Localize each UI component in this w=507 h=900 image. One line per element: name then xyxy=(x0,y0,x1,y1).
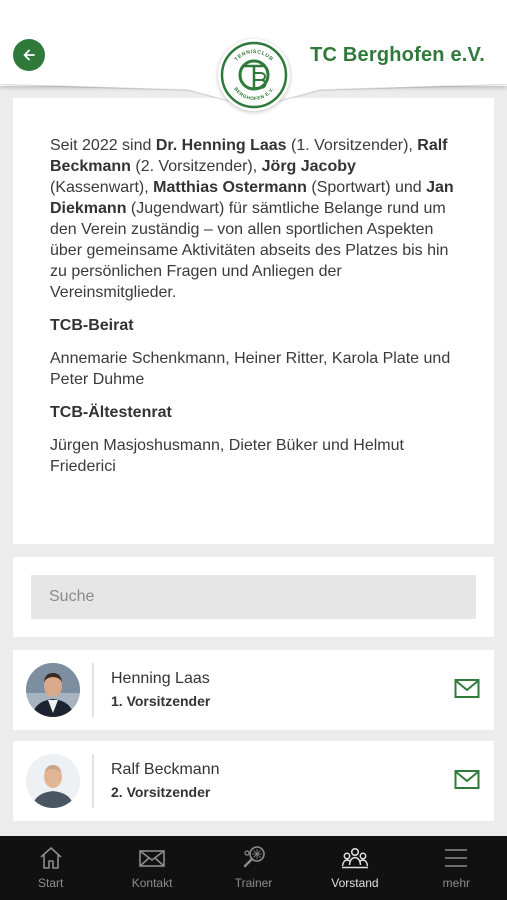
club-title: TC Berghofen e.V. xyxy=(310,44,485,66)
search-card xyxy=(13,557,494,637)
tab-trainer[interactable]: Trainer xyxy=(203,836,304,900)
home-icon xyxy=(40,847,62,869)
member-card-ralf-beckmann[interactable]: Ralf Beckmann 2. Vorsitzender xyxy=(13,741,494,821)
club-logo-emblem: TENNISCLUB BERGHOFEN E.V. xyxy=(220,41,288,109)
group-icon xyxy=(341,847,369,869)
avatar xyxy=(26,663,80,717)
arrow-left-icon xyxy=(23,49,35,61)
tab-label: mehr xyxy=(442,876,470,890)
tab-label: Vorstand xyxy=(331,876,379,890)
member-card-henning-laas[interactable]: Henning Laas 1. Vorsitzender xyxy=(13,650,494,730)
mail-icon[interactable] xyxy=(454,678,480,700)
tab-label: Trainer xyxy=(234,876,273,890)
search-input[interactable] xyxy=(31,575,476,619)
tab-kontakt[interactable]: Kontakt xyxy=(101,836,202,900)
name-matthias-ostermann: Matthias Ostermann xyxy=(153,179,307,196)
bottom-tab-bar: Start Kontakt Trainer Vorstand mehr xyxy=(0,836,507,900)
club-logo[interactable]: TENNISCLUB BERGHOFEN E.V. xyxy=(218,39,290,111)
tab-mehr[interactable]: mehr xyxy=(406,836,507,900)
tab-start[interactable]: Start xyxy=(0,836,101,900)
beirat-text: Annemarie Schenkmann, Heiner Ritter, Kar… xyxy=(50,350,451,388)
aeltestenrat-text: Jürgen Masjoshusmann, Dieter Büker und H… xyxy=(50,437,404,475)
member-name: Henning Laas xyxy=(111,670,210,687)
back-button[interactable] xyxy=(13,39,45,71)
avatar xyxy=(26,754,80,808)
tab-vorstand[interactable]: Vorstand xyxy=(304,836,405,900)
member-role: 1. Vorsitzender xyxy=(111,693,211,709)
tab-label: Start xyxy=(38,876,64,890)
intro-text: (1. Vorsitzender), xyxy=(286,137,418,154)
member-name: Ralf Beckmann xyxy=(111,761,220,778)
intro-text: (Kassenwart), xyxy=(50,179,154,196)
tennis-racket-icon xyxy=(243,846,265,868)
beirat-heading: TCB-Beirat xyxy=(50,317,134,334)
intro-text: (Sportwart) und xyxy=(306,179,427,196)
name-henning-laas: Dr. Henning Laas xyxy=(155,137,287,154)
intro-paragraph: Seit 2022 sind Dr. Henning Laas (1. Vors… xyxy=(50,135,457,303)
intro-text: Seit 2022 sind xyxy=(50,137,156,154)
name-joerg-jacoby: Jörg Jacoby xyxy=(261,158,356,175)
intro-text: (2. Vorsitzender), xyxy=(130,158,262,175)
mail-icon[interactable] xyxy=(454,769,480,791)
divider xyxy=(92,663,94,717)
aeltestenrat-heading: TCB-Ältestenrat xyxy=(50,404,172,421)
member-role: 2. Vorsitzender xyxy=(111,784,211,800)
tab-label: Kontakt xyxy=(131,876,173,890)
envelope-icon xyxy=(139,850,165,867)
divider xyxy=(92,754,94,808)
menu-icon xyxy=(445,849,468,867)
board-info-card: Seit 2022 sind Dr. Henning Laas (1. Vors… xyxy=(13,98,494,544)
